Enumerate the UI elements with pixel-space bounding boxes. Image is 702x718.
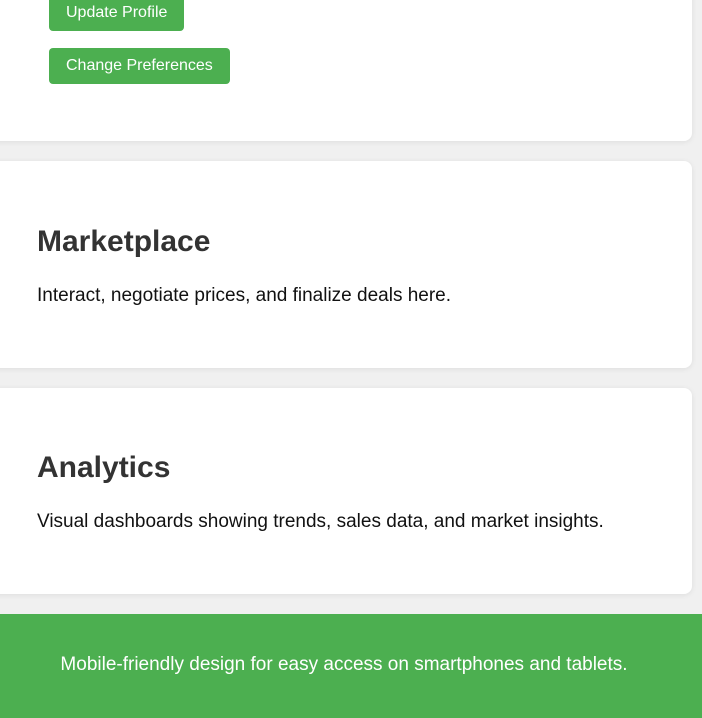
analytics-title: Analytics (37, 451, 171, 484)
footer: Mobile-friendly design for easy access o… (0, 614, 702, 718)
marketplace-description: Interact, negotiate prices, and finalize… (37, 285, 452, 306)
marketplace-title: Marketplace (37, 225, 211, 258)
marketplace-card: Marketplace Interact, negotiate prices, … (0, 161, 692, 368)
analytics-card: Analytics Visual dashboards showing tren… (0, 388, 692, 594)
update-profile-button[interactable]: Update Profile (49, 0, 185, 31)
footer-text: Mobile-friendly design for easy access o… (60, 654, 628, 675)
change-preferences-button[interactable]: Change Preferences (49, 48, 230, 84)
analytics-description: Visual dashboards showing trends, sales … (37, 511, 604, 532)
